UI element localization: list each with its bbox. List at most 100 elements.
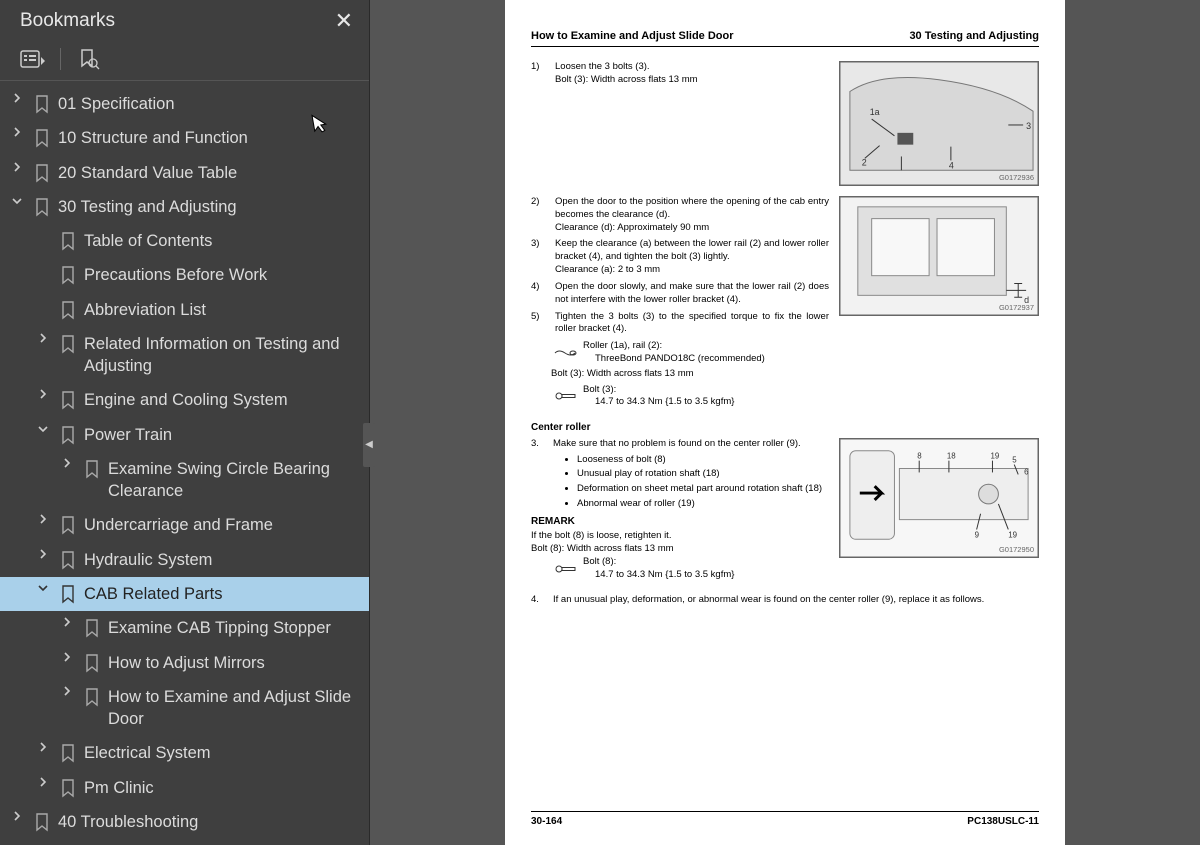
bookmark-item[interactable]: Engine and Cooling System: [0, 383, 369, 417]
bookmark-label: Hydraulic System: [84, 549, 359, 571]
bookmark-label: 20 Standard Value Table: [58, 162, 359, 184]
bookmark-item[interactable]: 30 Testing and Adjusting: [0, 190, 369, 224]
chevron-right-icon[interactable]: [34, 549, 52, 559]
bookmark-item[interactable]: Precautions Before Work: [0, 258, 369, 292]
chevron-right-icon[interactable]: [34, 389, 52, 399]
chevron-right-icon[interactable]: [34, 777, 52, 787]
chevron-right-icon[interactable]: [58, 652, 76, 662]
page-number: 30-164: [531, 816, 562, 827]
bookmark-label: Precautions Before Work: [84, 264, 359, 286]
step3-line2: Clearance (a): 2 to 3 mm: [555, 264, 829, 277]
svg-text:5: 5: [1012, 455, 1017, 464]
figure-1-id: G0172936: [999, 173, 1034, 183]
bookmark-item[interactable]: Undercarriage and Frame: [0, 508, 369, 542]
page-header: How to Examine and Adjust Slide Door 30 …: [531, 30, 1039, 47]
bookmark-icon: [60, 334, 76, 354]
cr-step4-num: 4.: [531, 594, 545, 607]
find-bookmark-icon[interactable]: [75, 48, 101, 70]
bookmark-label: Pm Clinic: [84, 777, 359, 799]
bookmark-item[interactable]: How to Examine and Adjust Slide Door: [0, 680, 369, 737]
list-options-icon[interactable]: [20, 48, 46, 70]
bookmark-item[interactable]: Electrical System: [0, 736, 369, 770]
bookmark-icon: [60, 265, 76, 285]
svg-text:1a: 1a: [870, 107, 880, 117]
page-head-left: How to Examine and Adjust Slide Door: [531, 30, 734, 42]
bookmark-item[interactable]: Examine CAB Tipping Stopper: [0, 611, 369, 645]
step-number: 4): [531, 281, 549, 307]
bookmark-item[interactable]: 40 Troubleshooting: [0, 805, 369, 839]
bookmark-label: Power Train: [84, 424, 359, 446]
svg-text:9: 9: [975, 530, 979, 539]
chevron-right-icon[interactable]: [34, 742, 52, 752]
bookmark-item[interactable]: Table of Contents: [0, 224, 369, 258]
document-viewport[interactable]: How to Examine and Adjust Slide Door 30 …: [370, 0, 1200, 845]
chevron-right-icon[interactable]: [34, 514, 52, 524]
svg-text:18: 18: [947, 451, 956, 460]
bookmark-icon: [34, 812, 50, 832]
remark-line2: Bolt (8): Width across flats 13 mm: [531, 543, 829, 556]
bookmark-icon: [60, 390, 76, 410]
bookmark-label: Examine CAB Tipping Stopper: [108, 617, 359, 639]
bolt3-torque: 14.7 to 34.3 Nm {1.5 to 3.5 kgfm}: [595, 396, 829, 409]
collapse-sidebar-handle[interactable]: ◀: [363, 423, 375, 467]
bookmark-label: 40 Troubleshooting: [58, 811, 359, 833]
bookmark-label: Examine Swing Circle Bearing Clearance: [108, 458, 359, 503]
step-number: 2): [531, 196, 549, 234]
chevron-right-icon[interactable]: [8, 93, 26, 103]
bookmark-icon: [60, 584, 76, 604]
bookmark-item[interactable]: How to Adjust Mirrors: [0, 646, 369, 680]
bookmark-label: Related Information on Testing and Adjus…: [84, 333, 359, 378]
bolt8-torque: 14.7 to 34.3 Nm {1.5 to 3.5 kgfm}: [595, 569, 829, 582]
roller-spec-2: ThreeBond PANDO18C (recommended): [595, 353, 829, 366]
bookmark-label: Electrical System: [84, 742, 359, 764]
step2-line1: Open the door to the position where the …: [555, 196, 829, 222]
bookmark-label: 30 Testing and Adjusting: [58, 196, 359, 218]
svg-text:3: 3: [1026, 121, 1031, 131]
figure-2: d G0172937: [839, 196, 1039, 316]
roller-spec-1: Roller (1a), rail (2):: [583, 340, 829, 353]
chevron-right-icon[interactable]: [58, 617, 76, 627]
figure-2-id: G0172937: [999, 303, 1034, 313]
chevron-down-icon[interactable]: [34, 583, 52, 593]
bookmark-label: CAB Related Parts: [84, 583, 359, 605]
bookmark-item[interactable]: Related Information on Testing and Adjus…: [0, 327, 369, 384]
cr-step3-text: Make sure that no problem is found on th…: [553, 438, 801, 451]
bookmark-item[interactable]: Hydraulic System: [0, 543, 369, 577]
pdf-page: How to Examine and Adjust Slide Door 30 …: [505, 0, 1065, 845]
bookmark-item[interactable]: Abbreviation List: [0, 293, 369, 327]
bookmark-item[interactable]: 10 Structure and Function: [0, 121, 369, 155]
bookmark-label: 10 Structure and Function: [58, 127, 359, 149]
bookmark-icon: [84, 653, 100, 673]
bookmark-item[interactable]: 20 Standard Value Table: [0, 156, 369, 190]
chevron-down-icon[interactable]: [34, 424, 52, 434]
chevron-right-icon[interactable]: [58, 686, 76, 696]
bookmark-label: Abbreviation List: [84, 299, 359, 321]
page-head-right: 30 Testing and Adjusting: [909, 30, 1039, 42]
chevron-right-icon[interactable]: [34, 333, 52, 343]
cr-step4-text: If an unusual play, deformation, or abno…: [553, 594, 984, 607]
bookmark-label: Table of Contents: [84, 230, 359, 252]
bookmark-item[interactable]: CAB Related Parts: [0, 577, 369, 611]
step2-line2: Clearance (d): Approximately 90 mm: [555, 222, 829, 235]
chevron-right-icon[interactable]: [58, 458, 76, 468]
svg-text:19: 19: [1008, 530, 1017, 539]
bookmark-icon: [84, 618, 100, 638]
bookmark-item[interactable]: 01 Specification: [0, 87, 369, 121]
bookmark-item[interactable]: Power Train: [0, 418, 369, 452]
bookmarks-sidebar: Bookmarks ✕ 01 Specification10 Structure…: [0, 0, 370, 845]
chevron-right-icon[interactable]: [8, 811, 26, 821]
chevron-right-icon[interactable]: [8, 162, 26, 172]
step4-text: Open the door slowly, and make sure that…: [555, 281, 829, 307]
center-roller-heading: Center roller: [531, 421, 1039, 435]
bookmark-item[interactable]: Pm Clinic: [0, 771, 369, 805]
bullet-c: Deformation on sheet metal part around r…: [577, 483, 829, 496]
torque-icon: [553, 564, 577, 574]
close-icon[interactable]: ✕: [335, 8, 353, 34]
bookmark-tree[interactable]: 01 Specification 10 Structure and Functio…: [0, 81, 369, 845]
chevron-right-icon[interactable]: [8, 127, 26, 137]
bookmark-item[interactable]: Examine Swing Circle Bearing Clearance: [0, 452, 369, 509]
bullet-a: Looseness of bolt (8): [577, 454, 829, 467]
chevron-down-icon[interactable]: [8, 196, 26, 206]
bookmark-label: Engine and Cooling System: [84, 389, 359, 411]
bookmark-icon: [34, 163, 50, 183]
